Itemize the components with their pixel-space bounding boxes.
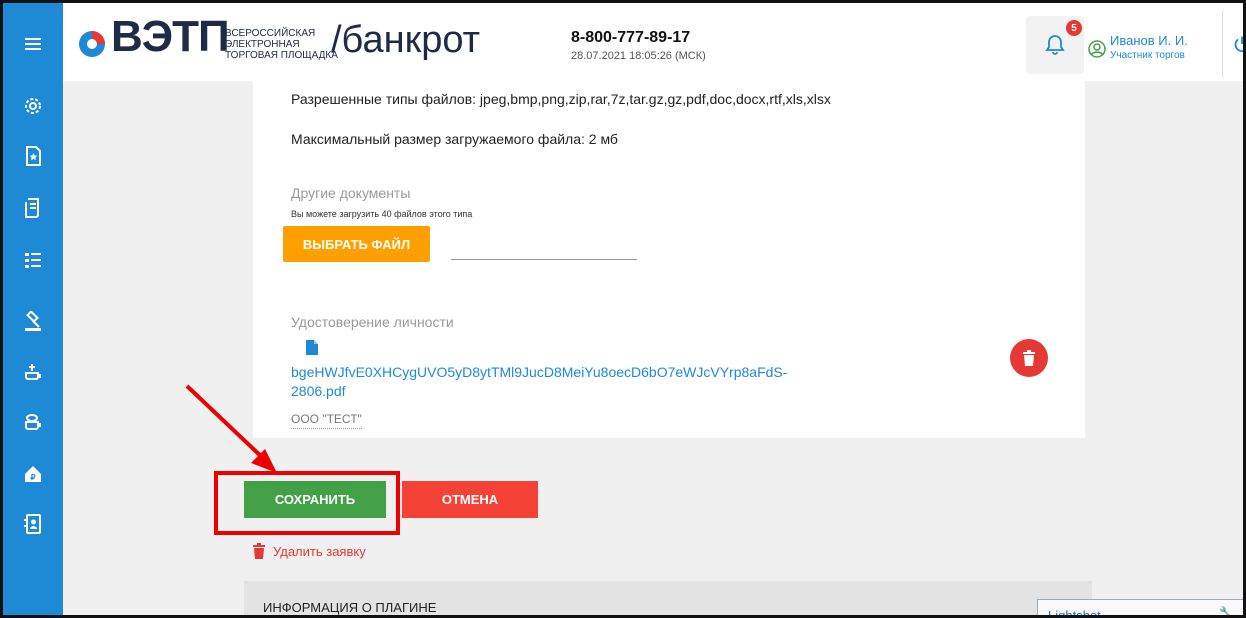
file-icon	[306, 340, 318, 355]
server-datetime: 28.07.2021 18:05:26 (МСК)	[571, 50, 706, 62]
contract-icon[interactable]	[3, 186, 63, 230]
file-name-line: 2806.pdf	[291, 383, 346, 399]
plugin-info-title: ИНФОРМАЦИЯ О ПЛАГИНЕ	[263, 600, 437, 615]
menu-icon[interactable]	[3, 22, 63, 66]
identity-document-label: Удостоверение личности	[291, 314, 454, 330]
lightshot-label: Lightshot	[1048, 608, 1101, 618]
notification-count-badge: 5	[1066, 20, 1082, 36]
lot-icon[interactable]	[3, 350, 63, 394]
brand-subtitle-line: торговая площадка	[225, 50, 338, 61]
sidebar: ₽	[3, 3, 63, 615]
bell-icon	[1045, 35, 1065, 55]
trash-icon	[1023, 350, 1035, 366]
logout-icon[interactable]	[1233, 35, 1246, 53]
delete-application-link[interactable]: Удалить заявку	[253, 542, 366, 560]
house-icon[interactable]: ₽	[3, 452, 63, 496]
settings-icon[interactable]	[3, 84, 63, 128]
section-title: /банкрот	[331, 19, 481, 61]
brand-logo[interactable]: ВЭТП	[111, 15, 230, 59]
app-window: ₽ ВЭТП Всероссийская электронная торгова…	[0, 0, 1246, 618]
organization-name[interactable]: ООО "ТЕСТ"	[291, 412, 362, 429]
allowed-file-types: Разрешенные типы файлов: jpeg,bmp,png,zi…	[291, 91, 831, 107]
delete-application-label: Удалить заявку	[273, 543, 366, 559]
logo-icon	[79, 31, 105, 57]
brand-subtitle-line: Всероссийская	[225, 28, 316, 39]
user-name[interactable]: Иванов И. И.	[1110, 33, 1188, 48]
max-file-size: Максимальный размер загружаемого файла: …	[291, 131, 618, 147]
trash-icon	[253, 543, 265, 559]
header-divider	[1222, 11, 1223, 77]
auction-icon[interactable]	[3, 300, 63, 344]
file-name-field[interactable]	[451, 259, 637, 260]
other-documents-label: Другие документы	[291, 185, 411, 201]
other-documents-hint: Вы можете загрузить 40 файлов этого типа	[291, 209, 473, 219]
lot-2-icon[interactable]	[3, 400, 63, 444]
lightshot-panel[interactable]: Lightshot	[1037, 599, 1243, 618]
brand-subtitle: Всероссийская электронная торговая площа…	[225, 28, 338, 61]
svg-text:₽: ₽	[30, 473, 35, 482]
delete-file-button[interactable]	[1010, 339, 1048, 377]
highlight-box	[214, 471, 400, 535]
document-star-icon[interactable]	[3, 134, 63, 178]
user-role: Участник торгов	[1110, 50, 1185, 61]
choose-file-button[interactable]: ВЫБРАТЬ ФАЙЛ	[283, 226, 430, 262]
cancel-button[interactable]: ОТМЕНА	[402, 481, 538, 518]
uploaded-file-link[interactable]: bgeHWJfvE0XHCygUVO5yD8ytTMl9JucD8MeiYu8o…	[291, 363, 891, 401]
brand-subtitle-line: электронная	[225, 39, 300, 50]
file-name-line: bgeHWJfvE0XHCygUVO5yD8ytTMl9JucD8MeiYu8o…	[291, 364, 788, 380]
wrench-icon[interactable]: 🔧	[1219, 606, 1233, 615]
phone-number: 8-800-777-89-17	[571, 29, 691, 46]
contacts-icon[interactable]	[3, 502, 63, 546]
user-icon	[1088, 40, 1106, 58]
list-icon[interactable]	[3, 238, 63, 282]
